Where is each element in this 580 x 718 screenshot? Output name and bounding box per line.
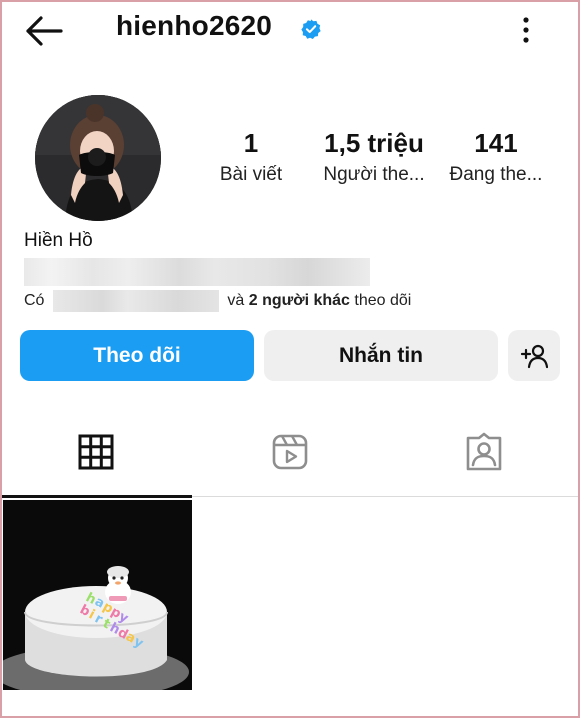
tabs-divider [192,496,578,497]
more-options-button[interactable] [512,12,540,48]
post-thumbnail[interactable]: h a p p y b i r t h d a y [3,500,192,690]
mutuals-suffix: theo dõi [354,292,412,309]
mutual-followers[interactable]: Có và 2 người khác theo dõi [24,290,411,314]
tagged-icon [466,432,502,471]
mutual-names-redacted [52,290,219,312]
following-count: 141 [474,128,518,158]
follow-label: Theo dõi [93,343,181,367]
add-user-icon [520,344,548,368]
grid-icon [78,434,114,470]
stat-followers[interactable]: 1,5 triệu Người the... [312,126,436,190]
profile-username: hienho2620 [116,10,273,41]
reels-icon [272,434,308,470]
mutuals-prefix: Có [24,292,45,309]
avatar-photo [35,95,161,221]
stat-posts[interactable]: 1 Bài viết [206,126,296,190]
message-button[interactable]: Nhắn tin [264,330,498,381]
followers-label: Người the... [323,164,425,185]
followers-count: 1,5 triệu [324,128,424,158]
tab-tagged[interactable] [464,432,504,472]
profile-header: hienho2620 [0,0,580,62]
active-tab-indicator [2,495,192,498]
arrow-left-icon [26,16,63,46]
birthday-cake-photo: h a p p y b i r t h d a y [3,500,192,690]
more-vertical-icon [523,17,529,43]
profile-avatar[interactable] [35,95,161,221]
posts-count: 1 [243,128,259,158]
bio-redacted [24,258,370,286]
verified-badge-icon [301,19,321,39]
message-label: Nhắn tin [339,343,423,367]
tab-reels[interactable] [270,432,310,472]
mutuals-connector: và [227,292,245,309]
suggest-users-button[interactable] [508,330,560,381]
display-name: Hiền Hồ [24,230,93,251]
stat-following[interactable]: 141 Đang the... [440,126,552,190]
follow-button[interactable]: Theo dõi [20,330,254,381]
mutuals-others: 2 người khác [248,292,350,310]
following-label: Đang the... [449,164,543,185]
posts-label: Bài viết [219,164,283,185]
tab-posts-grid[interactable] [76,432,116,472]
back-button[interactable] [24,14,64,48]
